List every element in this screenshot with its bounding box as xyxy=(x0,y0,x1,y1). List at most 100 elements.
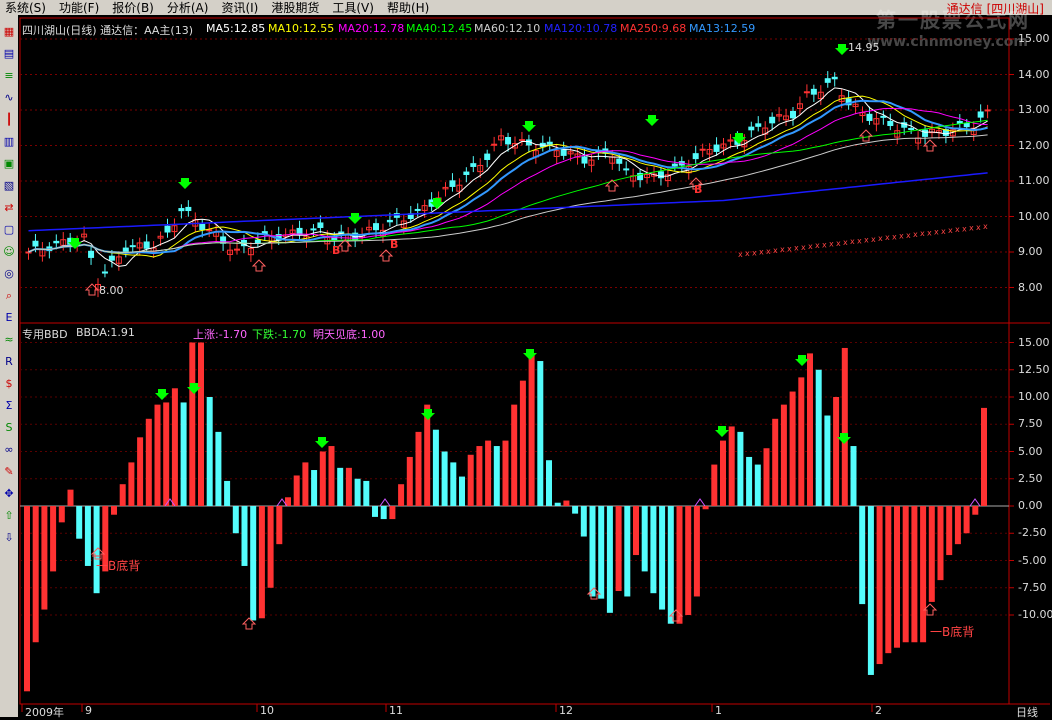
grid-icon[interactable]: ▦ xyxy=(2,25,16,39)
candle-body xyxy=(546,141,553,145)
candle-body xyxy=(470,163,477,167)
bbd-bar xyxy=(302,462,309,506)
wave-icon[interactable]: ≈ xyxy=(2,333,16,347)
dollar-s-icon[interactable]: S xyxy=(2,421,16,435)
sum-icon[interactable]: Σ xyxy=(2,399,16,413)
ma60-line xyxy=(28,134,988,253)
candle-body xyxy=(463,171,470,175)
dollar-icon[interactable]: $ xyxy=(2,377,16,391)
cross-marker: x xyxy=(773,246,778,255)
ma120-line xyxy=(28,172,988,232)
table-icon[interactable]: ▤ xyxy=(2,47,16,61)
bbd-bar xyxy=(398,484,405,506)
bbd-bar xyxy=(833,397,840,506)
menu-analysis[interactable]: 分析(A) xyxy=(167,0,217,16)
cross-marker: x xyxy=(871,235,876,244)
ind-axis-label: 2.50 xyxy=(1018,471,1043,485)
bbd-bar xyxy=(502,440,509,506)
bbd-bar xyxy=(32,506,39,643)
list-icon[interactable]: ≡ xyxy=(2,69,16,83)
period-label[interactable]: 日线 xyxy=(1016,704,1038,720)
chart-area[interactable]: xxxxxxxxxxxxxxxxxxxxxxxxxxxxxxxxxxxx xyxy=(0,0,1052,717)
etf-icon[interactable]: E xyxy=(2,311,16,325)
bbd-bar xyxy=(963,506,970,534)
ind-axis-label: 12.50 xyxy=(1018,362,1050,376)
menu-tools[interactable]: 工具(V) xyxy=(332,0,382,16)
menu-info[interactable]: 资讯(I) xyxy=(221,0,266,16)
candle-body xyxy=(220,236,227,244)
folder-icon[interactable]: ▢ xyxy=(2,223,16,237)
date-axis-label: 1 xyxy=(715,704,722,717)
bbd-bar xyxy=(894,506,900,648)
magnify-icon[interactable]: ⌕ xyxy=(2,289,16,303)
cross-marker: x xyxy=(934,228,939,237)
news-icon[interactable]: ▣ xyxy=(2,157,16,171)
bbd-bar xyxy=(615,506,622,592)
down-label: 下跌:-1.70 xyxy=(252,328,307,341)
compare-icon[interactable]: ⇄ xyxy=(2,201,16,215)
bbd-bar xyxy=(111,506,117,515)
price-axis-label: 8.00 xyxy=(1018,280,1043,294)
bbd-bar xyxy=(807,353,813,506)
bottom-label: 明天见底:1.00 xyxy=(313,328,386,341)
candle-body xyxy=(977,111,984,118)
cross-marker: x xyxy=(808,242,813,251)
bbd-bar xyxy=(650,506,657,594)
target-icon[interactable]: ◎ xyxy=(2,267,16,281)
bars-icon[interactable]: ▥ xyxy=(2,135,16,149)
sell-signal-arrow xyxy=(348,213,362,224)
cross-marker: x xyxy=(927,228,932,237)
candle-body xyxy=(338,231,345,234)
bbd-bar xyxy=(337,467,344,506)
candle-body xyxy=(101,271,108,274)
candle-body xyxy=(143,241,150,249)
menu-help[interactable]: 帮助(H) xyxy=(387,0,437,16)
up-arrow-icon[interactable]: ⇧ xyxy=(2,509,16,523)
price-axis-label: 10.00 xyxy=(1018,209,1050,223)
bbd-bar xyxy=(702,506,709,510)
cross-marker: x xyxy=(766,247,771,256)
candle-body xyxy=(157,235,164,239)
candle-body xyxy=(824,78,831,83)
rsi-icon[interactable]: R xyxy=(2,355,16,369)
down-arrow-icon[interactable]: ⇩ xyxy=(2,531,16,545)
candle-body xyxy=(616,158,623,164)
bbd-bar xyxy=(154,404,161,506)
ind-axis-label: 0.00 xyxy=(1018,499,1043,512)
link-icon[interactable]: ∞ xyxy=(2,443,16,457)
high-price-label: 14.95 xyxy=(848,41,880,54)
cross-marker: x xyxy=(759,248,764,257)
bbd-bar xyxy=(258,506,265,619)
bbd-bar xyxy=(946,506,953,556)
menu-system[interactable]: 系统(S) xyxy=(5,0,54,16)
ma5-label: MA5:12.85 xyxy=(206,22,266,35)
candle-body xyxy=(873,118,880,125)
cross-marker: x xyxy=(969,224,974,233)
menu-quote[interactable]: 报价(B) xyxy=(112,0,162,16)
candle-body xyxy=(935,130,942,134)
cross-marker: x xyxy=(906,231,911,240)
bbd-bar xyxy=(798,377,805,506)
candle-body xyxy=(303,235,310,242)
people-icon[interactable]: ☺ xyxy=(2,245,16,259)
bbd-bar xyxy=(189,342,196,506)
cross-marker: x xyxy=(892,232,897,241)
cross-marker: x xyxy=(850,237,855,246)
candle-icon[interactable]: ┃ xyxy=(2,113,16,127)
candle-body xyxy=(637,172,644,181)
candle-body xyxy=(859,112,866,117)
candle-body xyxy=(949,129,956,137)
bbd-bar xyxy=(981,407,987,506)
candle-body xyxy=(817,91,824,100)
stack-icon[interactable]: ▧ xyxy=(2,179,16,193)
chart-icon[interactable]: ∿ xyxy=(2,91,16,105)
menu-function[interactable]: 功能(F) xyxy=(59,0,107,16)
move-icon[interactable]: ✥ xyxy=(2,487,16,501)
ind-axis-label: -10.00 xyxy=(1018,608,1052,621)
ind-axis-label: 7.50 xyxy=(1018,417,1043,431)
bbd-bar xyxy=(789,391,796,506)
menu-hk-futures[interactable]: 港股期货 xyxy=(271,0,327,16)
candle-body xyxy=(289,229,296,234)
pencil-icon[interactable]: ✎ xyxy=(2,465,16,479)
ma250-label: MA250:9.68 xyxy=(620,22,687,35)
